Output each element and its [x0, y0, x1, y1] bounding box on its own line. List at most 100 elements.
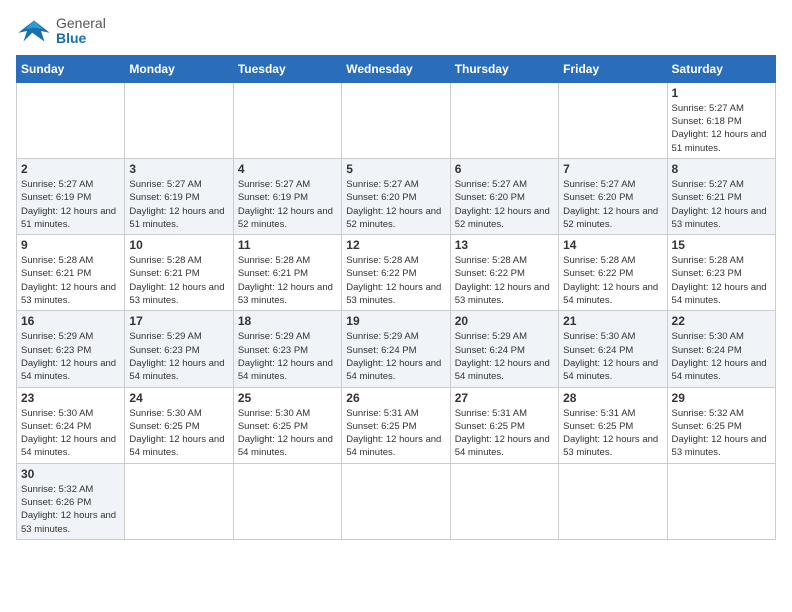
day-info: Sunrise: 5:27 AM Sunset: 6:20 PM Dayligh…: [455, 178, 554, 231]
calendar-cell: [125, 463, 233, 539]
calendar-cell: 21 Sunrise: 5:30 AM Sunset: 6:24 PM Dayl…: [559, 311, 667, 387]
calendar-cell: 17 Sunrise: 5:29 AM Sunset: 6:23 PM Dayl…: [125, 311, 233, 387]
day-info: Sunrise: 5:30 AM Sunset: 6:25 PM Dayligh…: [238, 407, 337, 460]
day-info: Sunrise: 5:31 AM Sunset: 6:25 PM Dayligh…: [346, 407, 445, 460]
logo-general-text: General: [56, 16, 106, 31]
calendar-cell: 30 Sunrise: 5:32 AM Sunset: 6:26 PM Dayl…: [17, 463, 125, 539]
calendar-cell: 14 Sunrise: 5:28 AM Sunset: 6:22 PM Dayl…: [559, 235, 667, 311]
calendar-cell: 6 Sunrise: 5:27 AM Sunset: 6:20 PM Dayli…: [450, 158, 558, 234]
day-number: 11: [238, 238, 337, 252]
day-number: 25: [238, 391, 337, 405]
day-number: 30: [21, 467, 120, 481]
day-number: 15: [672, 238, 771, 252]
calendar-cell: 16 Sunrise: 5:29 AM Sunset: 6:23 PM Dayl…: [17, 311, 125, 387]
calendar-cell: 24 Sunrise: 5:30 AM Sunset: 6:25 PM Dayl…: [125, 387, 233, 463]
day-info: Sunrise: 5:31 AM Sunset: 6:25 PM Dayligh…: [455, 407, 554, 460]
calendar-cell: [559, 463, 667, 539]
calendar-cell: 26 Sunrise: 5:31 AM Sunset: 6:25 PM Dayl…: [342, 387, 450, 463]
day-info: Sunrise: 5:28 AM Sunset: 6:22 PM Dayligh…: [563, 254, 662, 307]
day-number: 2: [21, 162, 120, 176]
day-info: Sunrise: 5:27 AM Sunset: 6:20 PM Dayligh…: [346, 178, 445, 231]
calendar-cell: [450, 463, 558, 539]
day-info: Sunrise: 5:27 AM Sunset: 6:19 PM Dayligh…: [129, 178, 228, 231]
day-info: Sunrise: 5:27 AM Sunset: 6:20 PM Dayligh…: [563, 178, 662, 231]
calendar-cell: 19 Sunrise: 5:29 AM Sunset: 6:24 PM Dayl…: [342, 311, 450, 387]
calendar-cell: 3 Sunrise: 5:27 AM Sunset: 6:19 PM Dayli…: [125, 158, 233, 234]
day-number: 1: [672, 86, 771, 100]
calendar-table: SundayMondayTuesdayWednesdayThursdayFrid…: [16, 55, 776, 540]
day-info: Sunrise: 5:29 AM Sunset: 6:23 PM Dayligh…: [238, 330, 337, 383]
calendar-cell: 10 Sunrise: 5:28 AM Sunset: 6:21 PM Dayl…: [125, 235, 233, 311]
day-info: Sunrise: 5:32 AM Sunset: 6:26 PM Dayligh…: [21, 483, 120, 536]
day-info: Sunrise: 5:27 AM Sunset: 6:19 PM Dayligh…: [238, 178, 337, 231]
calendar-cell: 13 Sunrise: 5:28 AM Sunset: 6:22 PM Dayl…: [450, 235, 558, 311]
calendar-cell: 23 Sunrise: 5:30 AM Sunset: 6:24 PM Dayl…: [17, 387, 125, 463]
day-number: 24: [129, 391, 228, 405]
day-number: 5: [346, 162, 445, 176]
day-number: 29: [672, 391, 771, 405]
calendar-cell: 2 Sunrise: 5:27 AM Sunset: 6:19 PM Dayli…: [17, 158, 125, 234]
day-number: 28: [563, 391, 662, 405]
day-info: Sunrise: 5:32 AM Sunset: 6:25 PM Dayligh…: [672, 407, 771, 460]
day-info: Sunrise: 5:28 AM Sunset: 6:21 PM Dayligh…: [21, 254, 120, 307]
calendar-cell: [342, 82, 450, 158]
day-info: Sunrise: 5:30 AM Sunset: 6:25 PM Dayligh…: [129, 407, 228, 460]
day-info: Sunrise: 5:28 AM Sunset: 6:21 PM Dayligh…: [238, 254, 337, 307]
day-info: Sunrise: 5:29 AM Sunset: 6:24 PM Dayligh…: [455, 330, 554, 383]
calendar-cell: [233, 82, 341, 158]
calendar-cell: [667, 463, 775, 539]
day-info: Sunrise: 5:29 AM Sunset: 6:23 PM Dayligh…: [21, 330, 120, 383]
calendar-cell: 22 Sunrise: 5:30 AM Sunset: 6:24 PM Dayl…: [667, 311, 775, 387]
day-number: 7: [563, 162, 662, 176]
calendar-cell: 9 Sunrise: 5:28 AM Sunset: 6:21 PM Dayli…: [17, 235, 125, 311]
day-info: Sunrise: 5:28 AM Sunset: 6:22 PM Dayligh…: [455, 254, 554, 307]
calendar-cell: 27 Sunrise: 5:31 AM Sunset: 6:25 PM Dayl…: [450, 387, 558, 463]
calendar-cell: 8 Sunrise: 5:27 AM Sunset: 6:21 PM Dayli…: [667, 158, 775, 234]
day-number: 12: [346, 238, 445, 252]
calendar-cell: [125, 82, 233, 158]
calendar-cell: 12 Sunrise: 5:28 AM Sunset: 6:22 PM Dayl…: [342, 235, 450, 311]
day-info: Sunrise: 5:28 AM Sunset: 6:21 PM Dayligh…: [129, 254, 228, 307]
day-number: 17: [129, 314, 228, 328]
day-info: Sunrise: 5:28 AM Sunset: 6:23 PM Dayligh…: [672, 254, 771, 307]
day-number: 4: [238, 162, 337, 176]
day-number: 22: [672, 314, 771, 328]
calendar-cell: [233, 463, 341, 539]
day-number: 14: [563, 238, 662, 252]
calendar-cell: 18 Sunrise: 5:29 AM Sunset: 6:23 PM Dayl…: [233, 311, 341, 387]
day-number: 26: [346, 391, 445, 405]
day-number: 16: [21, 314, 120, 328]
day-info: Sunrise: 5:29 AM Sunset: 6:23 PM Dayligh…: [129, 330, 228, 383]
calendar-cell: 1 Sunrise: 5:27 AM Sunset: 6:18 PM Dayli…: [667, 82, 775, 158]
day-header-friday: Friday: [559, 55, 667, 82]
day-number: 20: [455, 314, 554, 328]
day-header-wednesday: Wednesday: [342, 55, 450, 82]
day-number: 8: [672, 162, 771, 176]
calendar-week-row: 16 Sunrise: 5:29 AM Sunset: 6:23 PM Dayl…: [17, 311, 776, 387]
day-info: Sunrise: 5:27 AM Sunset: 6:21 PM Dayligh…: [672, 178, 771, 231]
day-number: 13: [455, 238, 554, 252]
day-number: 23: [21, 391, 120, 405]
logo-blue-text: Blue: [56, 31, 106, 46]
calendar-cell: 29 Sunrise: 5:32 AM Sunset: 6:25 PM Dayl…: [667, 387, 775, 463]
day-number: 19: [346, 314, 445, 328]
day-number: 9: [21, 238, 120, 252]
calendar-cell: 7 Sunrise: 5:27 AM Sunset: 6:20 PM Dayli…: [559, 158, 667, 234]
day-number: 21: [563, 314, 662, 328]
calendar-cell: [450, 82, 558, 158]
calendar-cell: 28 Sunrise: 5:31 AM Sunset: 6:25 PM Dayl…: [559, 387, 667, 463]
day-number: 6: [455, 162, 554, 176]
calendar-cell: [17, 82, 125, 158]
calendar-cell: [342, 463, 450, 539]
calendar-week-row: 9 Sunrise: 5:28 AM Sunset: 6:21 PM Dayli…: [17, 235, 776, 311]
day-info: Sunrise: 5:30 AM Sunset: 6:24 PM Dayligh…: [21, 407, 120, 460]
day-info: Sunrise: 5:27 AM Sunset: 6:19 PM Dayligh…: [21, 178, 120, 231]
day-info: Sunrise: 5:31 AM Sunset: 6:25 PM Dayligh…: [563, 407, 662, 460]
day-header-saturday: Saturday: [667, 55, 775, 82]
day-number: 10: [129, 238, 228, 252]
calendar-cell: 20 Sunrise: 5:29 AM Sunset: 6:24 PM Dayl…: [450, 311, 558, 387]
day-header-thursday: Thursday: [450, 55, 558, 82]
day-info: Sunrise: 5:30 AM Sunset: 6:24 PM Dayligh…: [563, 330, 662, 383]
calendar-cell: 25 Sunrise: 5:30 AM Sunset: 6:25 PM Dayl…: [233, 387, 341, 463]
calendar-cell: 4 Sunrise: 5:27 AM Sunset: 6:19 PM Dayli…: [233, 158, 341, 234]
